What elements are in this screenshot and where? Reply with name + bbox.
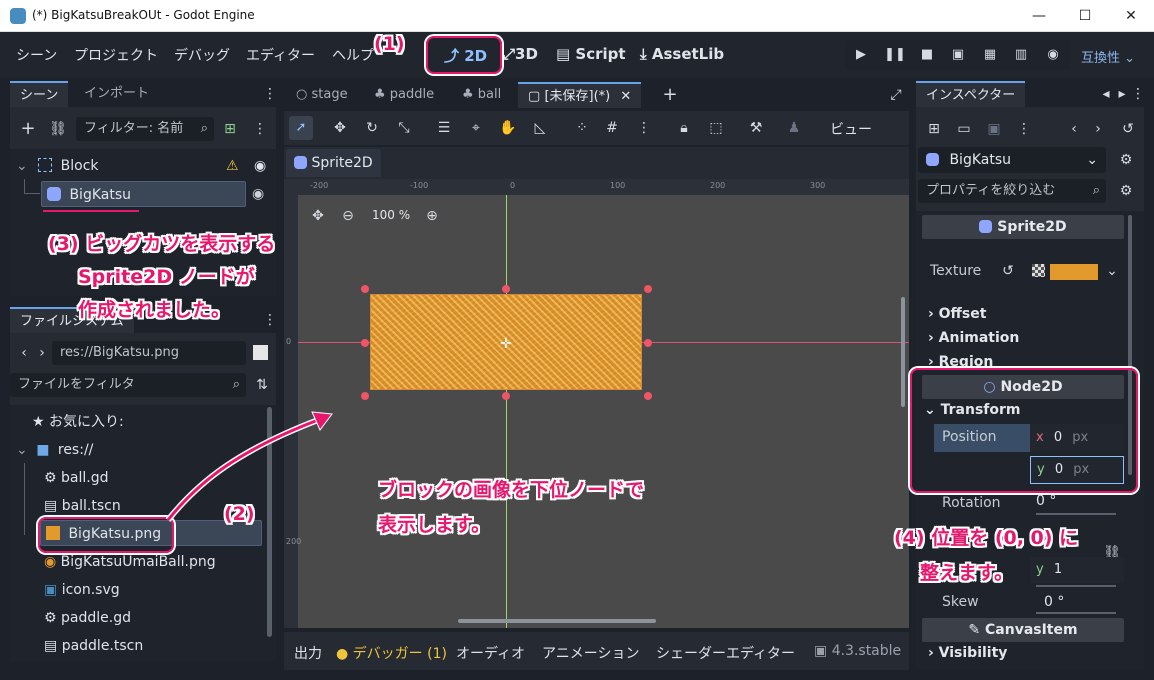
- annotation-arrow: [165, 411, 333, 522]
